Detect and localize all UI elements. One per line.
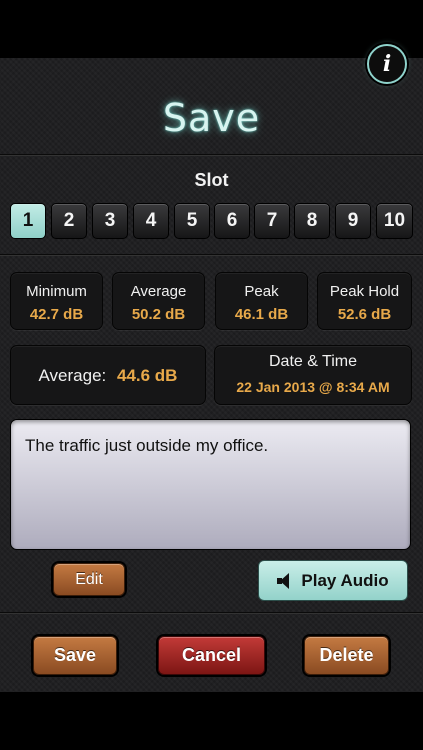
datetime-label: Date & Time	[268, 353, 358, 370]
average-value: 50.2 dB	[131, 306, 186, 323]
slot-button-1[interactable]: 1	[10, 203, 46, 239]
title-divider	[0, 154, 423, 156]
minimum-value: 42.7 dB	[29, 306, 84, 323]
slot-button-7[interactable]: 7	[254, 203, 290, 239]
peak-label: Peak	[244, 283, 279, 300]
datetime-value: 22 Jan 2013 @ 8:34 AM	[236, 379, 390, 395]
edit-button[interactable]: Edit	[53, 563, 125, 596]
average-label: Average	[130, 283, 187, 300]
slot-button-10[interactable]: 10	[376, 203, 413, 239]
bottom-bar	[0, 692, 423, 750]
peak-stat: Peak 46.1 dB	[215, 272, 308, 330]
note-text-area[interactable]: The traffic just outside my office.	[10, 419, 411, 550]
slot-button-8[interactable]: 8	[294, 203, 330, 239]
average-stat: Average 50.2 dB	[112, 272, 205, 330]
minimum-stat: Minimum 42.7 dB	[10, 272, 103, 330]
peak-hold-value: 52.6 dB	[337, 306, 392, 323]
play-audio-label: Play Audio	[301, 570, 389, 590]
slot-button-3[interactable]: 3	[92, 203, 128, 239]
peak-hold-label: Peak Hold	[329, 283, 400, 300]
actions-divider	[0, 612, 423, 614]
save-button[interactable]: Save	[33, 636, 117, 675]
cancel-button[interactable]: Cancel	[158, 636, 265, 675]
play-audio-button[interactable]: Play Audio	[258, 560, 408, 601]
peak-value: 46.1 dB	[234, 306, 289, 323]
info-button[interactable]: i	[367, 44, 407, 84]
page-title: Save	[162, 96, 261, 140]
datetime-box: Date & Time 22 Jan 2013 @ 8:34 AM	[214, 345, 412, 405]
top-bar	[0, 0, 423, 58]
minimum-label: Minimum	[26, 283, 87, 300]
info-icon: i	[382, 51, 392, 77]
slot-button-9[interactable]: 9	[335, 203, 371, 239]
speaker-icon	[277, 572, 291, 589]
note-text: The traffic just outside my office.	[25, 436, 269, 455]
peak-hold-stat: Peak Hold 52.6 dB	[317, 272, 412, 330]
slot-button-4[interactable]: 4	[133, 203, 169, 239]
slot-button-2[interactable]: 2	[51, 203, 87, 239]
slot-label: Slot	[194, 170, 229, 190]
overall-average-label: Average:	[38, 366, 107, 385]
overall-average-value: 44.6 dB	[116, 366, 178, 385]
delete-button[interactable]: Delete	[304, 636, 389, 675]
slot-button-6[interactable]: 6	[214, 203, 250, 239]
slot-button-5[interactable]: 5	[174, 203, 210, 239]
overall-average-box: Average: 44.6 dB	[10, 345, 206, 405]
slot-divider	[0, 254, 423, 256]
